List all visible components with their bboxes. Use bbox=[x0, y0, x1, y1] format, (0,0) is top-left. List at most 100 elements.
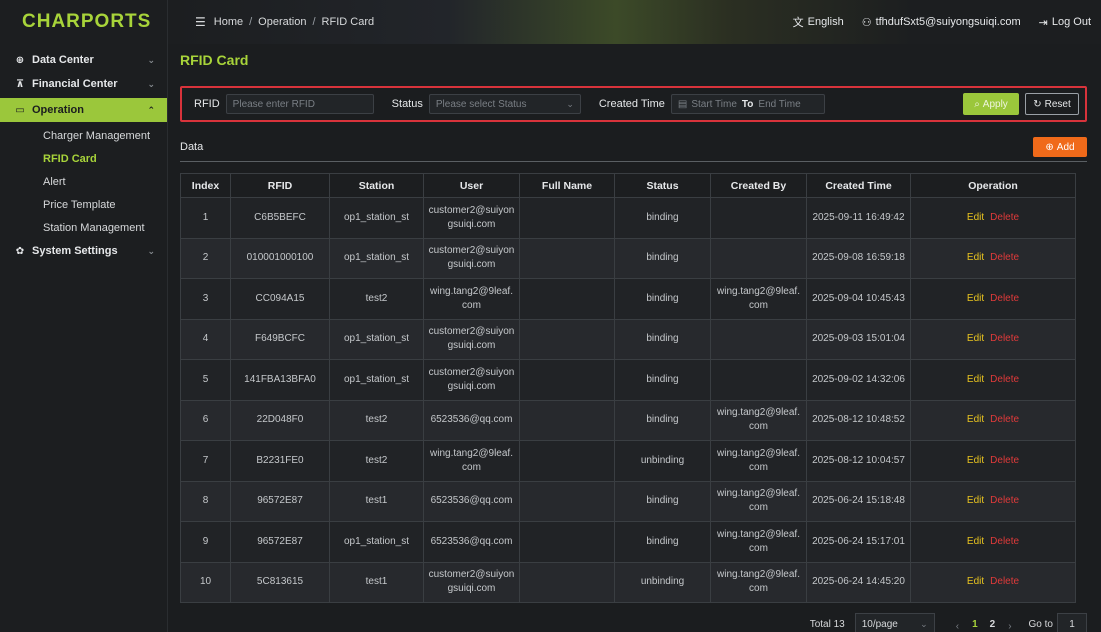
sidebar-item-alert[interactable]: Alert bbox=[0, 170, 167, 193]
add-button[interactable]: ⊕ Add bbox=[1033, 137, 1087, 157]
table-row: 8 96572E87 test1 6523536@qq.com binding wing.… bbox=[180, 480, 1076, 522]
edit-link[interactable]: Edit bbox=[967, 414, 984, 425]
delete-link[interactable]: Delete bbox=[990, 495, 1019, 506]
table-cell: binding bbox=[614, 359, 711, 401]
total-count: Total 13 bbox=[809, 618, 845, 630]
table-row: 3 CC094A15 test2 wing.tang2@9leaf.com bindin… bbox=[180, 278, 1076, 320]
table-cell: wing.tang2@9leaf.com bbox=[710, 521, 807, 563]
sidebar-item-system-settings[interactable]: ✿ System Settings ⌄ bbox=[0, 239, 167, 263]
table-cell: B2231FE0 bbox=[230, 440, 330, 482]
edit-link[interactable]: Edit bbox=[967, 576, 984, 587]
chevron-down-icon: ⌄ bbox=[566, 98, 574, 109]
sidebar-item-rfid-card[interactable]: RFID Card bbox=[0, 147, 167, 170]
sidebar-item-data-center[interactable]: ⊕ Data Center ⌄ bbox=[0, 48, 167, 72]
start-time-field[interactable]: Start Time bbox=[691, 99, 737, 110]
table-cell: 3 bbox=[180, 278, 231, 320]
language-switch[interactable]: 文 English bbox=[793, 14, 844, 30]
sidebar-item-station-management[interactable]: Station Management bbox=[0, 216, 167, 239]
edit-link[interactable]: Edit bbox=[967, 293, 984, 304]
data-section-label: Data bbox=[180, 140, 204, 153]
sidebar-item-label: Operation bbox=[32, 104, 84, 116]
end-time-field[interactable]: End Time bbox=[758, 99, 800, 110]
edit-link[interactable]: Edit bbox=[967, 495, 984, 506]
delete-link[interactable]: Delete bbox=[990, 414, 1019, 425]
rfid-input[interactable]: Please enter RFID bbox=[225, 94, 374, 114]
table-cell: unbinding bbox=[614, 561, 711, 603]
table-cell bbox=[519, 480, 615, 522]
delete-link[interactable]: Delete bbox=[990, 576, 1019, 587]
column-header: Created By bbox=[710, 173, 807, 198]
column-header: Status bbox=[614, 173, 711, 198]
table-cell bbox=[519, 359, 615, 401]
delete-link[interactable]: Delete bbox=[990, 374, 1019, 385]
table-cell: F649BCFC bbox=[230, 318, 330, 360]
sidebar-item-label: System Settings bbox=[32, 245, 118, 257]
table-row: 5 141FBA13BFA0 op1_station_st customer2@sui… bbox=[180, 359, 1076, 401]
edit-link[interactable]: Edit bbox=[967, 252, 984, 263]
table-cell: binding bbox=[614, 278, 711, 320]
table-cell bbox=[710, 318, 807, 360]
column-header: Created Time bbox=[806, 173, 911, 198]
sidebar-item-operation[interactable]: ▭ Operation ⌃ bbox=[0, 98, 167, 122]
user-menu[interactable]: ⚇ tfhdufSxt5@suiyongsuiqi.com bbox=[862, 16, 1021, 29]
table-cell: test1 bbox=[329, 561, 424, 603]
next-page-icon[interactable]: › bbox=[1008, 617, 1011, 632]
edit-link[interactable]: Edit bbox=[967, 212, 984, 223]
column-header: User bbox=[423, 173, 520, 198]
status-select[interactable]: Please select Status ⌄ bbox=[428, 94, 581, 114]
page-1[interactable]: 1 bbox=[972, 619, 978, 630]
pagination: Total 13 10/page ⌄ ‹ 1 2 › Go to 1 bbox=[810, 613, 1087, 632]
rfid-label: RFID bbox=[194, 98, 220, 110]
delete-link[interactable]: Delete bbox=[990, 252, 1019, 263]
delete-link[interactable]: Delete bbox=[990, 333, 1019, 344]
edit-link[interactable]: Edit bbox=[967, 536, 984, 547]
edit-link[interactable]: Edit bbox=[967, 455, 984, 466]
logout-button[interactable]: ⇥ Log Out bbox=[1039, 16, 1091, 29]
table-cell: binding bbox=[614, 480, 711, 522]
breadcrumb-operation[interactable]: Operation bbox=[258, 16, 306, 28]
table-cell: 22D048F0 bbox=[230, 399, 330, 441]
table-cell: customer2@suiyongsuiqi.com bbox=[423, 318, 520, 360]
sidebar-item-charger-management[interactable]: Charger Management bbox=[0, 124, 167, 147]
table-cell: 2025-08-12 10:48:52 bbox=[806, 399, 911, 441]
edit-link[interactable]: Edit bbox=[967, 333, 984, 344]
breadcrumb-current: RFID Card bbox=[321, 16, 375, 28]
goto-input[interactable]: 1 bbox=[1057, 613, 1087, 632]
table-cell: 2025-06-24 15:18:48 bbox=[806, 480, 911, 522]
operation-cell: Edit Delete bbox=[910, 359, 1076, 401]
delete-link[interactable]: Delete bbox=[990, 455, 1019, 466]
edit-link[interactable]: Edit bbox=[967, 374, 984, 385]
prev-page-icon[interactable]: ‹ bbox=[956, 617, 959, 632]
top-header: ☰ Home / Operation / RFID Card 文 English ⚇ t… bbox=[168, 0, 1101, 44]
table-cell: 10 bbox=[180, 561, 231, 603]
table-cell: 6 bbox=[180, 399, 231, 441]
table-cell: test2 bbox=[329, 278, 424, 320]
reset-button[interactable]: ↻ Reset bbox=[1025, 93, 1079, 115]
delete-link[interactable]: Delete bbox=[990, 293, 1019, 304]
sidebar-item-price-template[interactable]: Price Template bbox=[0, 193, 167, 216]
page-size-select[interactable]: 10/page ⌄ bbox=[854, 613, 935, 632]
operation-cell: Edit Delete bbox=[910, 521, 1076, 563]
operation-cell: Edit Delete bbox=[910, 197, 1076, 239]
table-cell: test2 bbox=[329, 440, 424, 482]
apply-button[interactable]: ⌕ Apply bbox=[963, 93, 1019, 115]
main-content: RFID Card RFID Please enter RFID Status … bbox=[168, 44, 1101, 632]
table-cell: 2025-06-24 14:45:20 bbox=[806, 561, 911, 603]
delete-link[interactable]: Delete bbox=[990, 536, 1019, 547]
table-row: 4 F649BCFC op1_station_st customer2@suiyong… bbox=[180, 318, 1076, 360]
table-cell: wing.tang2@9leaf.com bbox=[423, 278, 520, 320]
table-cell bbox=[519, 237, 615, 279]
table-cell: C6B5BEFC bbox=[230, 197, 330, 239]
header-actions: 文 English ⚇ tfhdufSxt5@suiyongsuiqi.com … bbox=[793, 14, 1091, 30]
language-label: English bbox=[807, 16, 844, 28]
menu-toggle-icon[interactable]: ☰ bbox=[195, 15, 206, 29]
delete-link[interactable]: Delete bbox=[990, 212, 1019, 223]
page-2[interactable]: 2 bbox=[990, 619, 996, 630]
table-cell: wing.tang2@9leaf.com bbox=[710, 480, 807, 522]
breadcrumb-home[interactable]: Home bbox=[214, 16, 243, 28]
operation-cell: Edit Delete bbox=[910, 561, 1076, 603]
table-cell: binding bbox=[614, 399, 711, 441]
sidebar-item-financial-center[interactable]: ⊼ Financial Center ⌄ bbox=[0, 72, 167, 96]
date-range-picker[interactable]: ▤ Start Time To End Time bbox=[670, 94, 825, 114]
filter-bar: RFID Please enter RFID Status Please sel… bbox=[180, 86, 1087, 122]
